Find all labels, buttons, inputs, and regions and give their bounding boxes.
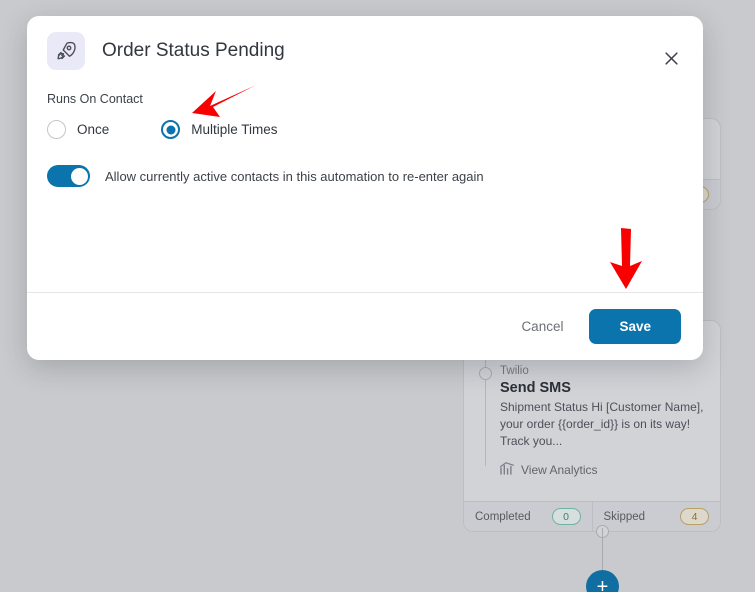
- stat-cell-skipped: Skipped 4: [591, 502, 721, 531]
- order-status-pending-dialog: Order Status Pending Runs On Contact Onc…: [27, 16, 703, 360]
- view-analytics-label: View Analytics: [521, 463, 598, 478]
- card-stats-bar: Completed 0 Skipped 4: [464, 501, 720, 531]
- step-provider: Twilio: [500, 365, 529, 377]
- view-analytics-link[interactable]: View Analytics: [500, 462, 706, 478]
- dialog-header: Order Status Pending: [27, 16, 703, 70]
- flow-connector-line: [602, 528, 603, 573]
- stat-badge-completed: 0: [551, 508, 581, 525]
- dialog-footer: Cancel Save: [27, 292, 703, 360]
- dialog-title: Order Status Pending: [102, 40, 285, 61]
- radio-option-once[interactable]: Once: [47, 120, 109, 139]
- radio-label-multiple-times: Multiple Times: [191, 122, 278, 137]
- step-name: Send SMS: [500, 380, 571, 396]
- rocket-icon: [47, 32, 85, 70]
- step-connector-dot: [479, 367, 492, 380]
- stat-cell-completed: Completed 0: [464, 502, 592, 531]
- stat-label-completed: Completed: [475, 510, 531, 523]
- action-step-body: Twilio Send SMS Shipment Status Hi [Cust…: [464, 349, 720, 478]
- runs-on-contact-radio-group: Once Multiple Times: [47, 120, 683, 139]
- re-enter-toggle-label: Allow currently active contacts in this …: [105, 168, 484, 184]
- add-step-button[interactable]: +: [586, 570, 619, 592]
- cancel-button[interactable]: Cancel: [517, 311, 567, 342]
- radio-indicator-once[interactable]: [47, 120, 66, 139]
- stat-label-skipped: Skipped: [603, 510, 646, 523]
- save-button[interactable]: Save: [589, 309, 681, 344]
- dialog-body: Runs On Contact Once Multiple Times Allo…: [27, 70, 703, 292]
- re-enter-toggle-row: Allow currently active contacts in this …: [47, 165, 683, 187]
- stat-badge-skipped: 4: [680, 508, 709, 525]
- close-icon[interactable]: [659, 46, 683, 70]
- radio-label-once: Once: [77, 122, 110, 137]
- toggle-knob: [70, 167, 88, 185]
- radio-indicator-multiple-times[interactable]: [161, 120, 181, 139]
- step-description: Shipment Status Hi [Customer Name], your…: [500, 400, 704, 449]
- radio-option-multiple-times[interactable]: Multiple Times: [161, 120, 278, 139]
- re-enter-toggle[interactable]: [47, 165, 90, 187]
- bar-chart-icon: [500, 462, 514, 478]
- runs-on-contact-label: Runs On Contact: [47, 92, 143, 106]
